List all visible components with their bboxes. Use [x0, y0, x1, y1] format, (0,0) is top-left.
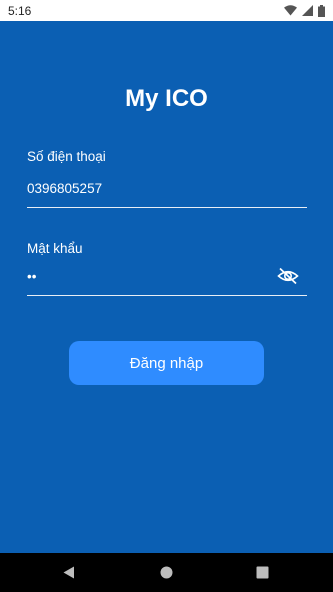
- wifi-icon: [284, 5, 297, 16]
- status-time: 5:16: [8, 3, 32, 18]
- password-label: Mật khẩu: [27, 241, 83, 256]
- cellular-signal-icon: [302, 5, 313, 16]
- login-screen: My ICO Số điện thoại Mật khẩu Đăng nhập: [0, 21, 333, 553]
- home-icon[interactable]: [160, 566, 173, 579]
- phone-input[interactable]: [27, 181, 306, 196]
- login-button[interactable]: Đăng nhập: [69, 341, 264, 385]
- status-bar: 5:16: [0, 0, 333, 21]
- password-input[interactable]: [27, 269, 267, 284]
- battery-icon: [318, 4, 325, 17]
- status-icons: [284, 4, 325, 17]
- back-icon[interactable]: [63, 566, 75, 579]
- password-underline: [27, 295, 307, 296]
- eye-off-icon[interactable]: [277, 267, 299, 285]
- phone-label: Số điện thoại: [27, 149, 106, 164]
- recents-icon[interactable]: [256, 566, 269, 579]
- login-button-label: Đăng nhập: [129, 354, 204, 372]
- app-title: My ICO: [125, 85, 208, 112]
- phone-underline: [27, 207, 307, 208]
- navigation-bar: [0, 553, 333, 592]
